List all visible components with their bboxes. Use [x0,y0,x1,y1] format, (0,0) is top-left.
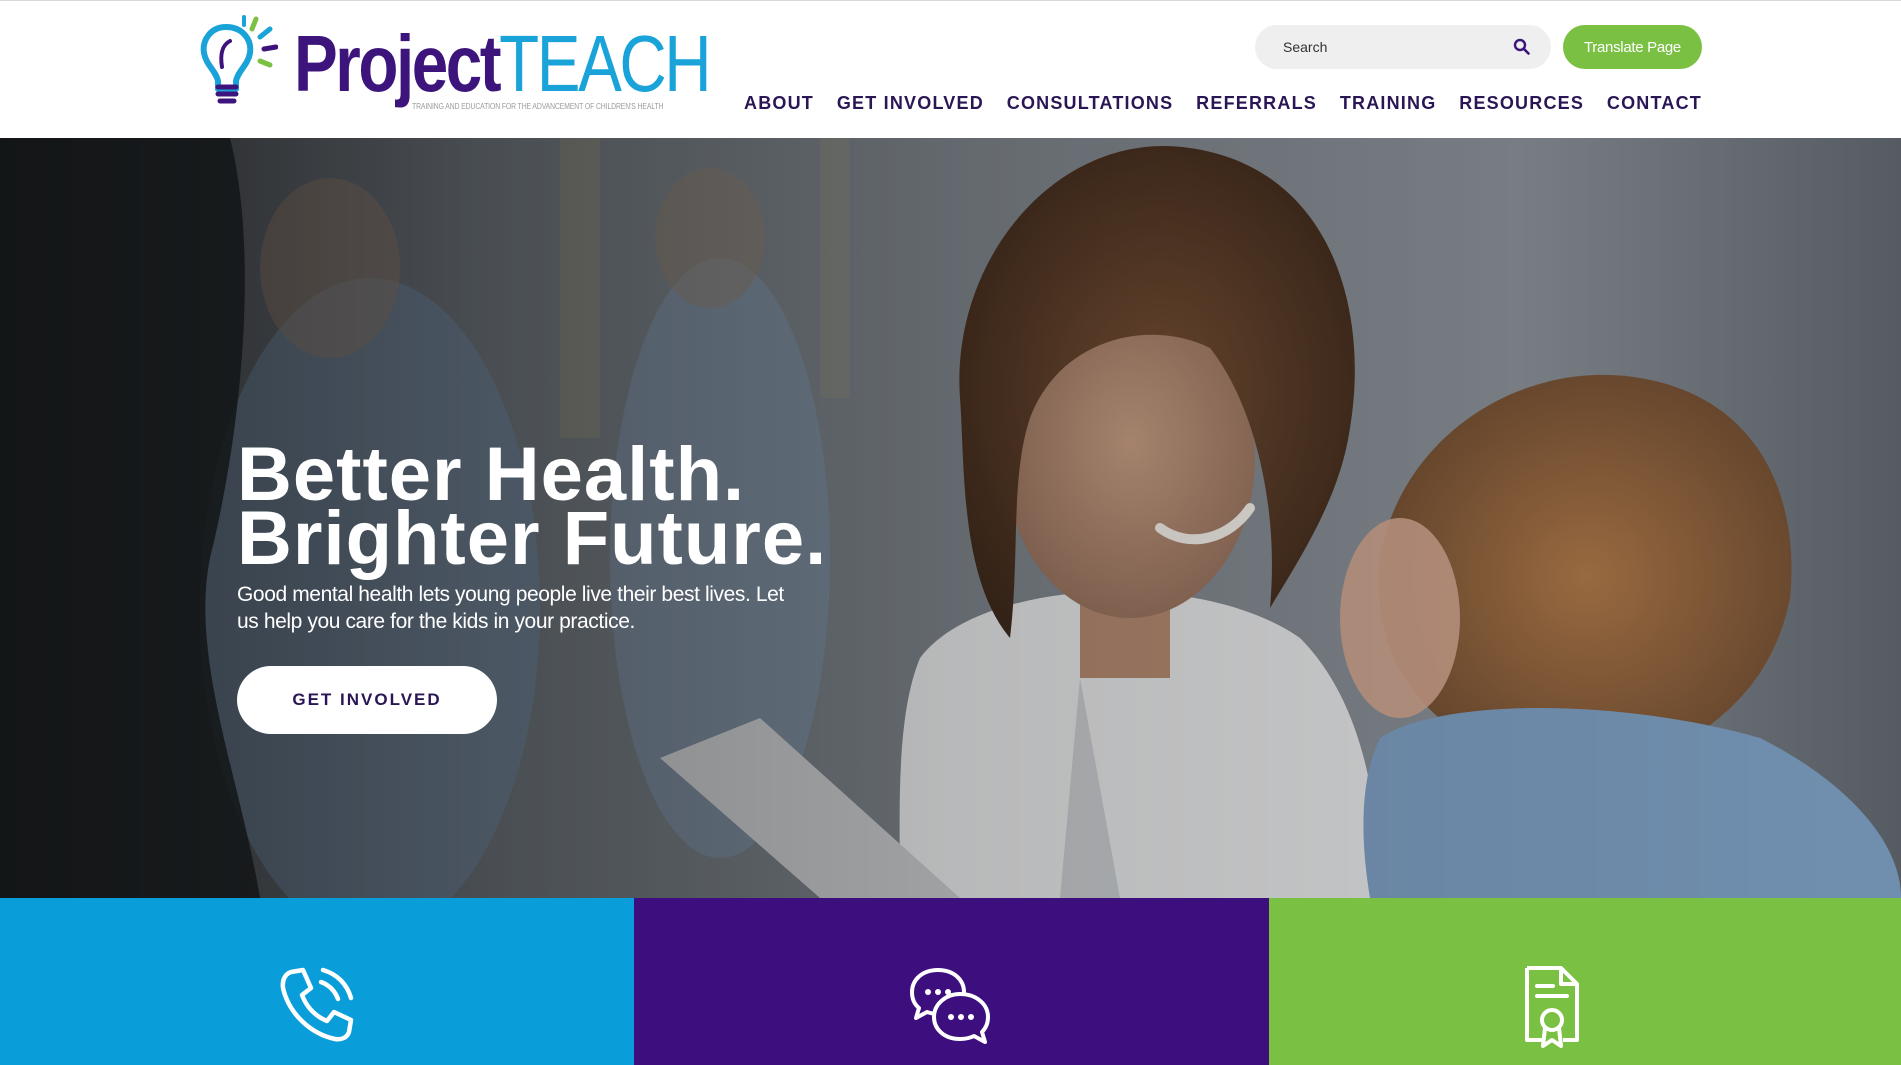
site-header: ProjectTEACH TRAINING AND EDUCATION FOR … [0,0,1901,138]
logo-teach-text: TEACH [499,19,711,108]
tile-get-involved[interactable] [634,898,1269,1065]
hero-subtitle: Good mental health lets young people liv… [237,583,784,633]
search-icon[interactable] [1513,38,1531,56]
feature-tiles [0,898,1901,1065]
chat-bubbles-icon [910,968,990,1044]
logo-project-text: Project [294,19,502,108]
nav-item-consultations[interactable]: CONSULTATIONS [1007,91,1174,115]
search-input[interactable] [1283,25,1513,69]
translate-page-button[interactable]: Translate Page [1563,25,1702,69]
nav-item-resources[interactable]: RESOURCES [1459,91,1584,115]
certificate-document-icon [1525,966,1579,1048]
search-box [1255,25,1551,69]
nav-item-about[interactable]: ABOUT [744,91,814,115]
hero-title: Better Health. Brighter Future. [237,437,828,581]
hero-title-line-2: Brighter Future. [237,496,828,581]
main-nav: ABOUT GET INVOLVED CONSULTATIONS REFERRA… [744,91,1702,115]
tile-training[interactable] [1269,898,1901,1065]
logo-wordmark: ProjectTEACH [294,19,712,109]
phone-icon [280,967,354,1042]
nav-item-training[interactable]: TRAINING [1340,91,1437,115]
nav-item-get-involved[interactable]: GET INVOLVED [837,91,984,115]
tile-consultations[interactable] [0,898,634,1065]
lightbulb-icon [200,15,278,104]
hero-section: Better Health. Brighter Future. Good men… [0,138,1901,898]
logo-tagline: TRAINING AND EDUCATION FOR THE ADVANCEME… [412,101,664,111]
get-involved-button[interactable]: GET INVOLVED [237,666,497,734]
nav-item-referrals[interactable]: REFERRALS [1196,91,1317,115]
nav-item-contact[interactable]: CONTACT [1607,91,1702,115]
projectteach-logo[interactable]: ProjectTEACH TRAINING AND EDUCATION FOR … [200,15,712,115]
